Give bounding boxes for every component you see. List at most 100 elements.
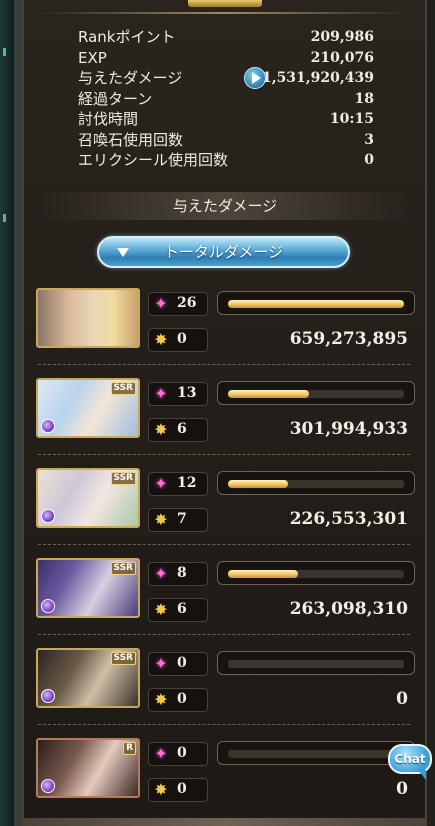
damage-value: 0 bbox=[396, 779, 408, 799]
bottom-ornament bbox=[22, 818, 427, 826]
skill-count-value: 8 bbox=[177, 565, 187, 581]
element-icon bbox=[41, 509, 55, 523]
element-icon bbox=[41, 779, 55, 793]
row-separator bbox=[38, 634, 410, 635]
burst-icon: ✸ bbox=[154, 510, 168, 529]
damage-bar-fill bbox=[228, 480, 288, 488]
stat-turns: 経過ターン 18 bbox=[78, 89, 374, 110]
top-ornament bbox=[30, 0, 420, 26]
damage-bar bbox=[217, 651, 415, 675]
ougi-count: ✸ 6 bbox=[148, 598, 208, 622]
stat-value: 18 bbox=[354, 90, 374, 107]
damage-bar-track bbox=[227, 659, 405, 669]
sparkle-icon: ✦ bbox=[154, 294, 168, 313]
character-portrait[interactable]: SSR bbox=[36, 648, 140, 708]
stat-value: 1,531,920,439 bbox=[261, 70, 374, 86]
element-icon bbox=[41, 689, 55, 703]
edge-marker bbox=[3, 214, 6, 222]
stat-value: 209,986 bbox=[310, 29, 374, 45]
character-portrait[interactable]: R bbox=[36, 738, 140, 798]
burst-icon: ✸ bbox=[154, 600, 168, 619]
row-separator bbox=[38, 544, 410, 545]
character-portrait[interactable]: SSR bbox=[36, 378, 140, 438]
damage-bar-track bbox=[227, 479, 405, 489]
rarity-badge: SSR bbox=[110, 382, 136, 395]
skill-count-value: 0 bbox=[177, 745, 187, 761]
damage-value: 0 bbox=[396, 689, 408, 709]
damage-bar bbox=[217, 561, 415, 585]
damage-bar-track bbox=[227, 569, 405, 579]
row-separator bbox=[38, 724, 410, 725]
character-portrait[interactable] bbox=[36, 288, 140, 348]
stat-elixir-uses: エリクシール使用回数 0 bbox=[78, 150, 374, 171]
rarity-badge: R bbox=[123, 742, 136, 755]
skill-count: ✦ 13 bbox=[148, 382, 208, 406]
burst-icon: ✸ bbox=[154, 780, 168, 799]
left-edge-strip bbox=[0, 0, 14, 826]
damage-bar-track bbox=[227, 299, 405, 309]
ougi-count: ✸ 0 bbox=[148, 778, 208, 802]
skill-count-value: 26 bbox=[177, 295, 197, 311]
burst-icon: ✸ bbox=[154, 330, 168, 349]
ougi-count-value: 0 bbox=[177, 331, 187, 347]
stat-time: 討伐時間 10:15 bbox=[78, 109, 374, 130]
ougi-count: ✸ 0 bbox=[148, 328, 208, 352]
character-row: SSR ✦ 13 ✸ 6 301,994,933 bbox=[36, 378, 415, 458]
character-row: SSR ✦ 12 ✸ 7 226,553,301 bbox=[36, 468, 415, 548]
character-row: SSR ✦ 0 ✸ 0 0 bbox=[36, 648, 415, 728]
stat-value: 0 bbox=[364, 152, 374, 168]
character-portrait[interactable]: SSR bbox=[36, 558, 140, 618]
sparkle-icon: ✦ bbox=[154, 654, 168, 673]
character-row: SSR ✦ 8 ✸ 6 263,098,310 bbox=[36, 558, 415, 638]
ougi-count-value: 0 bbox=[177, 781, 187, 797]
damage-bar bbox=[217, 291, 415, 315]
stat-label: 経過ターン bbox=[78, 89, 153, 108]
section-title: 与えたダメージ bbox=[40, 192, 410, 220]
chat-button[interactable]: Chat bbox=[388, 744, 434, 782]
ougi-count-value: 6 bbox=[177, 421, 187, 437]
damage-bar-track bbox=[227, 389, 405, 399]
skill-count: ✦ 26 bbox=[148, 292, 208, 316]
stat-total-damage: 与えたダメージ 1,531,920,439 bbox=[78, 67, 374, 89]
damage-bar-track bbox=[227, 749, 405, 759]
row-separator bbox=[38, 364, 410, 365]
row-separator bbox=[38, 454, 410, 455]
element-icon bbox=[41, 599, 55, 613]
ougi-count-value: 7 bbox=[177, 511, 187, 527]
skill-count: ✦ 0 bbox=[148, 742, 208, 766]
stat-label: Rankポイント bbox=[78, 28, 176, 46]
character-row: R ✦ 0 ✸ 0 0 bbox=[36, 738, 415, 818]
character-row: ✦ 26 ✸ 0 659,273,895 bbox=[36, 288, 415, 368]
damage-bar-fill bbox=[228, 300, 404, 308]
ougi-count: ✸ 6 bbox=[148, 418, 208, 442]
damage-value: 659,273,895 bbox=[289, 329, 408, 349]
stat-label: 与えたダメージ bbox=[78, 69, 183, 87]
total-damage-dropdown[interactable]: トータルダメージ bbox=[97, 236, 350, 268]
damage-bar bbox=[217, 471, 415, 495]
sparkle-icon: ✦ bbox=[154, 384, 168, 403]
rarity-badge: SSR bbox=[110, 652, 136, 665]
damage-value: 226,553,301 bbox=[289, 509, 408, 529]
stat-value: 10:15 bbox=[329, 111, 374, 127]
damage-bar-fill bbox=[228, 390, 309, 398]
sparkle-icon: ✦ bbox=[154, 564, 168, 583]
character-portrait[interactable]: SSR bbox=[36, 468, 140, 528]
skill-count: ✦ 12 bbox=[148, 472, 208, 496]
skill-count-value: 13 bbox=[177, 385, 197, 401]
stat-label: EXP bbox=[78, 48, 107, 67]
rarity-badge: SSR bbox=[110, 472, 136, 485]
dropdown-arrow-icon bbox=[117, 248, 129, 257]
ougi-count-value: 6 bbox=[177, 601, 187, 617]
stat-label: 召喚石使用回数 bbox=[78, 130, 184, 149]
damage-bar bbox=[217, 741, 415, 765]
burst-icon: ✸ bbox=[154, 690, 168, 709]
total-damage-label: トータルダメージ bbox=[163, 243, 284, 261]
stat-exp: EXP 210,076 bbox=[78, 48, 374, 69]
element-icon bbox=[41, 419, 55, 433]
burst-icon: ✸ bbox=[154, 420, 168, 439]
stat-value: 210,076 bbox=[310, 49, 374, 66]
skill-count-value: 0 bbox=[177, 655, 187, 671]
stat-summon-uses: 召喚石使用回数 3 bbox=[78, 130, 374, 151]
skill-count-value: 12 bbox=[177, 475, 197, 491]
stat-label: エリクシール使用回数 bbox=[78, 151, 229, 169]
